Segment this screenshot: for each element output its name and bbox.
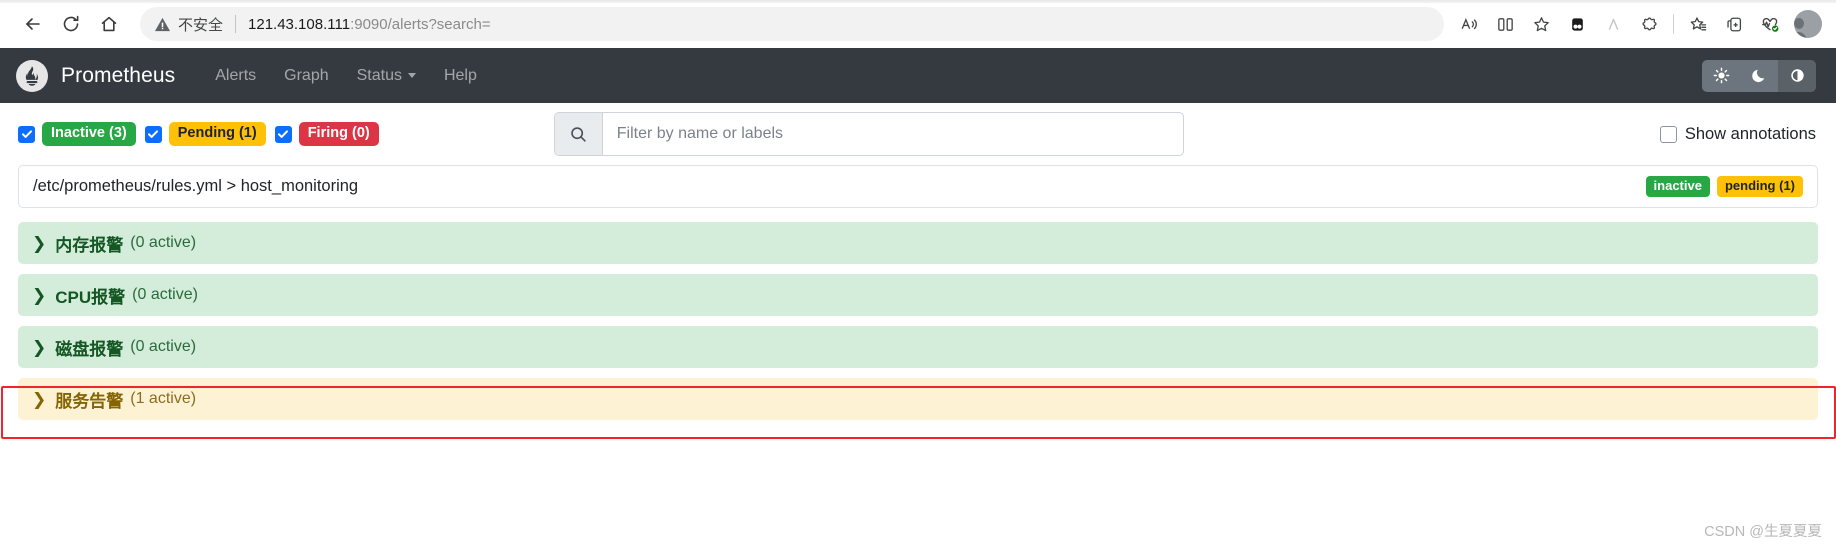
chevron-right-icon: ❯ xyxy=(32,389,47,409)
nav-item-label: Graph xyxy=(284,66,329,84)
brand-title: Prometheus xyxy=(61,63,176,87)
state-filters: Inactive (3) Pending (1) Firing (0) xyxy=(18,121,379,147)
alerts-content: /etc/prometheus/rules.yml > host_monitor… xyxy=(0,165,1836,420)
filter-row: Inactive (3) Pending (1) Firing (0) Filt… xyxy=(0,103,1836,165)
alert-group-count: (1 active) xyxy=(130,390,197,407)
rules-pending-badge: pending (1) xyxy=(1716,175,1803,198)
alert-group-disk[interactable]: ❯ 磁盘报警 (0 active) xyxy=(18,326,1818,368)
alert-group-memory[interactable]: ❯ 内存报警 (0 active) xyxy=(18,222,1818,264)
prometheus-logo-icon xyxy=(16,59,48,92)
extension-cookie-icon[interactable] xyxy=(1632,7,1666,41)
show-annotations-label: Show annotations xyxy=(1684,124,1816,143)
url-host: 121.43.108.111 xyxy=(248,15,351,33)
chevron-right-icon: ❯ xyxy=(32,285,47,305)
filter-inactive[interactable]: Inactive (3) xyxy=(18,121,136,147)
rules-file-path: /etc/prometheus/rules.yml > host_monitor… xyxy=(33,177,359,195)
split-screen-icon[interactable] xyxy=(1488,7,1522,41)
pending-badge: Pending (1) xyxy=(168,121,266,147)
address-bar[interactable]: 不安全 121.43.108.111:9090/alerts?search= xyxy=(140,7,1444,41)
search-icon xyxy=(554,113,603,155)
nav-item-status[interactable]: Status xyxy=(343,59,430,93)
alert-group-count: (0 active) xyxy=(132,286,198,303)
filter-firing[interactable]: Firing (0) xyxy=(274,121,379,147)
chevron-right-icon: ❯ xyxy=(32,233,47,253)
alert-group-count: (0 active) xyxy=(130,338,197,355)
nav-item-label: Alerts xyxy=(215,66,257,84)
alert-group-service[interactable]: ❯ 服务告警 (1 active) xyxy=(18,378,1818,420)
search-input[interactable] xyxy=(602,113,1183,155)
theme-dark-button[interactable] xyxy=(1740,59,1778,92)
nav-links: Alerts Graph Status Help xyxy=(201,59,491,93)
alert-group-cpu[interactable]: ❯ CPU报警 (0 active) xyxy=(18,274,1818,316)
alert-group-list: ❯ 内存报警 (0 active) ❯ CPU报警 (0 active) ❯ 磁… xyxy=(18,222,1818,420)
rules-file-badges: inactive pending (1) xyxy=(1645,175,1803,198)
half-circle-icon xyxy=(1790,69,1804,82)
inactive-checkbox[interactable] xyxy=(18,125,35,143)
search-box[interactable] xyxy=(553,112,1184,156)
pending-checkbox[interactable] xyxy=(144,125,162,143)
watermark: CSDN @生夏夏夏 xyxy=(1704,524,1822,540)
toolbar-divider xyxy=(1673,14,1674,34)
browser-essentials-icon[interactable] xyxy=(1753,7,1787,41)
firing-checkbox[interactable] xyxy=(274,125,292,143)
extension-a-icon[interactable] xyxy=(1596,7,1630,41)
alert-group-count: (0 active) xyxy=(130,234,197,251)
check-icon xyxy=(21,130,32,138)
moon-icon xyxy=(1751,69,1764,83)
avatar-body xyxy=(1794,32,1807,38)
alert-group-name: 磁盘报警 xyxy=(55,339,124,359)
nav-item-help[interactable]: Help xyxy=(430,59,491,93)
omnibox-divider xyxy=(235,15,237,33)
nav-item-graph[interactable]: Graph xyxy=(270,59,342,93)
collections-icon[interactable] xyxy=(1681,7,1715,41)
browser-toolbar: 不安全 121.43.108.111:9090/alerts?search= xyxy=(0,0,1836,48)
theme-auto-button[interactable] xyxy=(1778,59,1816,92)
sun-icon xyxy=(1713,67,1729,84)
avatar-head xyxy=(1794,18,1805,29)
filter-pending[interactable]: Pending (1) xyxy=(144,121,266,147)
add-device-icon[interactable] xyxy=(1717,7,1751,41)
brand[interactable]: Prometheus xyxy=(16,59,176,92)
rules-file-header[interactable]: /etc/prometheus/rules.yml > host_monitor… xyxy=(18,165,1818,208)
alert-group-name: 服务告警 xyxy=(55,391,124,411)
chevron-down-icon xyxy=(407,73,416,78)
nav-item-label: Help xyxy=(443,66,477,84)
home-icon[interactable] xyxy=(90,5,128,43)
security-label: 不安全 xyxy=(178,16,224,34)
rules-inactive-badge: inactive xyxy=(1645,175,1710,198)
prometheus-navbar: Prometheus Alerts Graph Status Help xyxy=(0,48,1836,103)
show-annotations-toggle[interactable]: Show annotations xyxy=(1659,124,1816,144)
back-arrow-icon[interactable] xyxy=(14,5,52,43)
chevron-right-icon: ❯ xyxy=(32,337,47,357)
nav-item-label: Status xyxy=(356,66,402,84)
alert-group-name: CPU报警 xyxy=(55,287,126,307)
nav-item-alerts[interactable]: Alerts xyxy=(201,59,270,93)
read-aloud-icon[interactable] xyxy=(1452,7,1486,41)
extension-dark-icon[interactable] xyxy=(1560,7,1594,41)
profile-avatar[interactable] xyxy=(1794,10,1822,38)
browser-actions xyxy=(1452,7,1822,41)
inactive-badge: Inactive (3) xyxy=(42,121,136,147)
theme-light-button[interactable] xyxy=(1702,59,1740,92)
check-icon xyxy=(278,130,289,138)
security-indicator[interactable]: 不安全 xyxy=(154,14,223,35)
firing-badge: Firing (0) xyxy=(298,121,379,147)
check-icon xyxy=(148,130,159,138)
warning-triangle-icon xyxy=(154,17,171,31)
show-annotations-checkbox[interactable] xyxy=(1659,125,1677,143)
theme-toggle-group xyxy=(1702,59,1816,92)
url-path: :9090/alerts?search= xyxy=(350,15,491,33)
reload-icon[interactable] xyxy=(52,5,90,43)
star-icon[interactable] xyxy=(1524,7,1558,41)
url-text: 121.43.108.111:9090/alerts?search= xyxy=(248,16,491,33)
alert-group-name: 内存报警 xyxy=(55,235,124,255)
